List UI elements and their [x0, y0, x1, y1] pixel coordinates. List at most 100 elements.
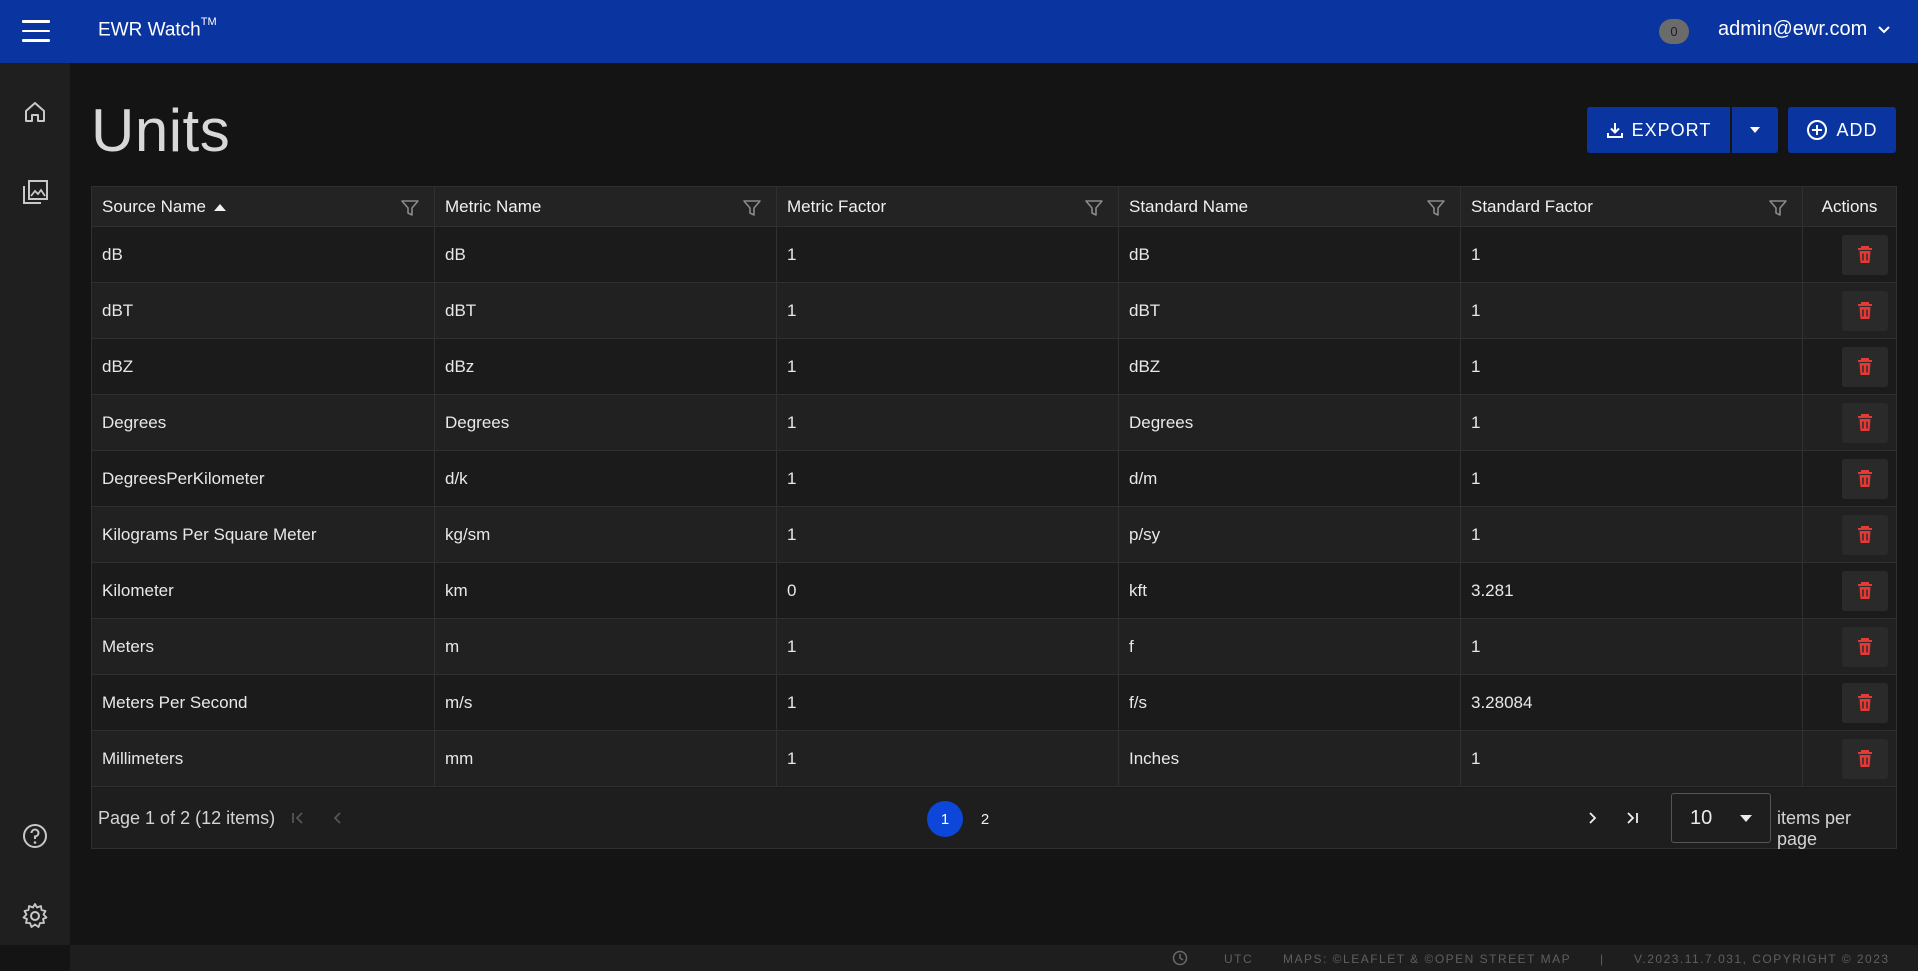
timezone-label: UTC [1224, 952, 1254, 966]
cell-actions [1803, 339, 1896, 394]
cell-metric-factor: 0 [777, 563, 1119, 618]
trash-icon [1858, 358, 1872, 375]
cell-standard-factor: 1 [1461, 395, 1803, 450]
table-row[interactable]: dB dB 1 dB 1 [92, 227, 1896, 283]
cell-standard-factor: 1 [1461, 507, 1803, 562]
table-row[interactable]: dBT dBT 1 dBT 1 [92, 283, 1896, 339]
cell-source-name: Degrees [92, 395, 435, 450]
cell-standard-factor: 3.281 [1461, 563, 1803, 618]
page-size-select[interactable]: 10 [1671, 793, 1771, 843]
cell-metric-name: dBT [435, 283, 777, 338]
export-options-button[interactable] [1732, 107, 1778, 153]
cell-standard-factor: 3.28084 [1461, 675, 1803, 730]
hamburger-icon[interactable] [22, 20, 50, 42]
notification-badge[interactable]: 0 [1659, 19, 1689, 44]
add-button[interactable]: ADD [1788, 107, 1896, 153]
sort-ascending-icon [213, 203, 226, 211]
cell-metric-factor: 1 [777, 619, 1119, 674]
units-grid: Source Name Metric Name Metric Factor St… [91, 186, 1897, 849]
cell-source-name: dB [92, 227, 435, 282]
delete-button[interactable] [1842, 291, 1888, 331]
column-title: Standard Name [1129, 197, 1249, 216]
table-row[interactable]: Kilometer km 0 kft 3.281 [92, 563, 1896, 619]
delete-button[interactable] [1842, 627, 1888, 667]
trash-icon [1858, 302, 1872, 319]
cell-standard-name: dB [1119, 227, 1461, 282]
table-row[interactable]: Meters Per Second m/s 1 f/s 3.28084 [92, 675, 1896, 731]
previous-page-icon[interactable] [328, 808, 348, 828]
footer: UTC MAPS: ©LEAFLET & ©OPEN STREET MAP | … [70, 945, 1918, 971]
table-row[interactable]: Degrees Degrees 1 Degrees 1 [92, 395, 1896, 451]
cell-actions [1803, 619, 1896, 674]
column-header-actions: Actions [1803, 187, 1896, 227]
table-row[interactable]: Meters m 1 f 1 [92, 619, 1896, 675]
app-title-text: EWR Watch [98, 19, 201, 41]
cell-standard-name: f/s [1119, 675, 1461, 730]
trademark-mark: TM [200, 16, 217, 28]
cell-standard-name: dBZ [1119, 339, 1461, 394]
cell-source-name: dBZ [92, 339, 435, 394]
trash-icon [1858, 582, 1872, 599]
image-gallery-icon[interactable] [20, 177, 50, 207]
cell-source-name: dBT [92, 283, 435, 338]
column-header-metric-factor[interactable]: Metric Factor [777, 187, 1119, 227]
cell-standard-factor: 1 [1461, 731, 1803, 786]
filter-icon[interactable] [1768, 198, 1788, 218]
cell-source-name: Kilometer [92, 563, 435, 618]
cell-source-name: Meters Per Second [92, 675, 435, 730]
column-title: Source Name [102, 197, 206, 216]
delete-button[interactable] [1842, 515, 1888, 555]
cell-source-name: Kilograms Per Square Meter [92, 507, 435, 562]
column-header-standard-factor[interactable]: Standard Factor [1461, 187, 1803, 227]
next-page-icon[interactable] [1582, 808, 1602, 828]
filter-icon[interactable] [1084, 198, 1104, 218]
cell-actions [1803, 227, 1896, 282]
table-row[interactable]: dBZ dBz 1 dBZ 1 [92, 339, 1896, 395]
cell-metric-name: Degrees [435, 395, 777, 450]
cell-standard-name: d/m [1119, 451, 1461, 506]
cell-metric-name: m/s [435, 675, 777, 730]
page-title: Units [91, 97, 231, 164]
column-title: Actions [1821, 197, 1878, 216]
cell-metric-factor: 1 [777, 283, 1119, 338]
delete-button[interactable] [1842, 347, 1888, 387]
user-menu[interactable]: admin@ewr.com [1718, 18, 1891, 41]
delete-button[interactable] [1842, 235, 1888, 275]
cell-standard-factor: 1 [1461, 283, 1803, 338]
table-row[interactable]: DegreesPerKilometer d/k 1 d/m 1 [92, 451, 1896, 507]
page-button-2[interactable]: 2 [967, 801, 1003, 837]
export-button[interactable]: EXPORT [1587, 107, 1730, 153]
filter-icon[interactable] [400, 198, 420, 218]
filter-icon[interactable] [742, 198, 762, 218]
cell-standard-factor: 1 [1461, 451, 1803, 506]
delete-button[interactable] [1842, 459, 1888, 499]
caret-down-icon [1750, 127, 1760, 133]
cell-metric-factor: 1 [777, 339, 1119, 394]
cell-metric-name: dB [435, 227, 777, 282]
delete-button[interactable] [1842, 403, 1888, 443]
column-header-metric-name[interactable]: Metric Name [435, 187, 777, 227]
trash-icon [1858, 750, 1872, 767]
last-page-icon[interactable] [1622, 808, 1642, 828]
gear-icon[interactable] [20, 901, 50, 931]
table-row[interactable]: Kilograms Per Square Meter kg/sm 1 p/sy 1 [92, 507, 1896, 563]
filter-icon[interactable] [1426, 198, 1446, 218]
cell-metric-name: dBz [435, 339, 777, 394]
table-row[interactable]: Millimeters mm 1 Inches 1 [92, 731, 1896, 787]
help-icon[interactable] [20, 821, 50, 851]
export-label: EXPORT [1631, 119, 1712, 140]
delete-button[interactable] [1842, 683, 1888, 723]
delete-button[interactable] [1842, 571, 1888, 611]
footer-separator: | [1600, 952, 1605, 966]
cell-metric-factor: 1 [777, 451, 1119, 506]
cell-actions [1803, 507, 1896, 562]
first-page-icon[interactable] [288, 808, 308, 828]
delete-button[interactable] [1842, 739, 1888, 779]
column-header-source-name[interactable]: Source Name [92, 187, 435, 227]
cell-standard-factor: 1 [1461, 619, 1803, 674]
home-icon[interactable] [20, 97, 50, 127]
cell-standard-name: Inches [1119, 731, 1461, 786]
page-button-1[interactable]: 1 [927, 801, 963, 837]
column-title: Metric Factor [787, 197, 887, 216]
column-header-standard-name[interactable]: Standard Name [1119, 187, 1461, 227]
